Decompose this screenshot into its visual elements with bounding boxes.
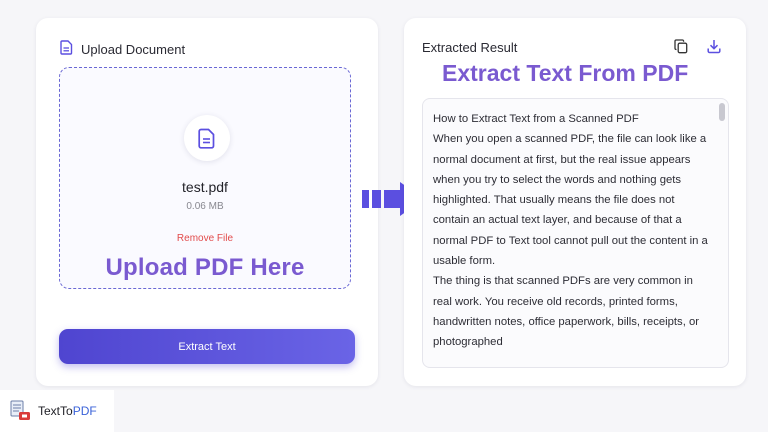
texttopdf-logo-icon [8, 399, 32, 428]
extracted-paragraph: How to Extract Text from a Scanned PDF [433, 113, 639, 125]
download-icon [707, 40, 721, 58]
pdf-file-icon [184, 115, 230, 161]
copy-icon [674, 39, 688, 58]
file-size: 0.06 MB [186, 201, 224, 212]
upload-panel-header: Upload Document [60, 40, 185, 58]
upload-panel: Upload Document test.pdf 0.06 MB Remove … [36, 18, 378, 386]
brand-logo: TextToPDF [0, 390, 114, 432]
result-caption: Extract Text From PDF [442, 60, 689, 86]
upload-caption: Upload PDF Here [105, 254, 305, 281]
extracted-text-area[interactable]: How to Extract Text from a Scanned PDF W… [422, 98, 729, 368]
extracted-paragraph: The thing is that scanned PDFs are very … [433, 275, 700, 349]
copy-button[interactable] [674, 39, 688, 59]
result-panel-header: Extracted Result [422, 40, 517, 55]
scrollbar-thumb[interactable] [719, 103, 725, 121]
extracted-paragraph: When you open a scanned PDF, the file ca… [433, 133, 708, 268]
download-button[interactable] [707, 39, 721, 59]
brand-name-part1: TextTo [38, 404, 73, 418]
upload-panel-title: Upload Document [81, 41, 186, 57]
extract-text-button[interactable]: Extract Text [59, 329, 355, 364]
result-panel: Extracted Result Extract Text From PDF H… [404, 18, 746, 386]
extracted-text: How to Extract Text from a Scanned PDF W… [433, 109, 709, 353]
brand-name: TextToPDF [38, 404, 97, 418]
result-panel-title: Extracted Result [422, 40, 518, 55]
document-icon [60, 40, 81, 58]
brand-name-part2: PDF [72, 404, 97, 418]
file-dropzone[interactable]: test.pdf 0.06 MB Remove File Upload PDF … [59, 67, 351, 289]
file-name: test.pdf [182, 179, 228, 195]
scrollbar[interactable] [717, 101, 727, 365]
remove-file-button[interactable]: Remove File [60, 233, 350, 244]
